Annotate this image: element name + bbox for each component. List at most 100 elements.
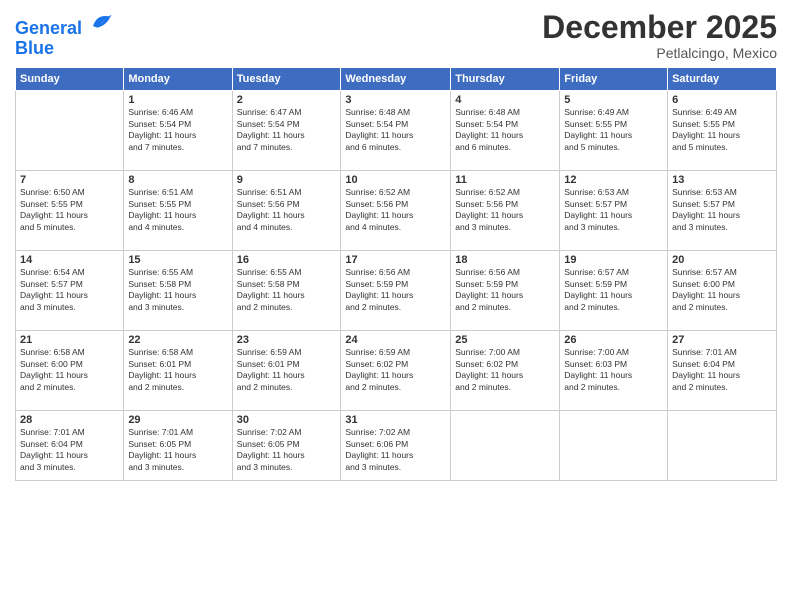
- day-info: Sunrise: 6:48 AMSunset: 5:54 PMDaylight:…: [345, 107, 446, 153]
- day-number: 31: [345, 414, 446, 426]
- day-info: Sunrise: 6:59 AMSunset: 6:01 PMDaylight:…: [237, 347, 337, 393]
- weekday-header-monday: Monday: [124, 68, 232, 91]
- day-number: 1: [128, 94, 227, 106]
- day-number: 8: [128, 174, 227, 186]
- day-info: Sunrise: 6:58 AMSunset: 6:00 PMDaylight:…: [20, 347, 119, 393]
- calendar-cell: 31Sunrise: 7:02 AMSunset: 6:06 PMDayligh…: [341, 411, 451, 481]
- calendar-cell: 11Sunrise: 6:52 AMSunset: 5:56 PMDayligh…: [451, 171, 560, 251]
- calendar-cell: 1Sunrise: 6:46 AMSunset: 5:54 PMDaylight…: [124, 91, 232, 171]
- day-info: Sunrise: 7:00 AMSunset: 6:03 PMDaylight:…: [564, 347, 663, 393]
- day-number: 9: [237, 174, 337, 186]
- calendar-cell: 29Sunrise: 7:01 AMSunset: 6:05 PMDayligh…: [124, 411, 232, 481]
- day-info: Sunrise: 7:01 AMSunset: 6:04 PMDaylight:…: [20, 427, 119, 473]
- calendar-cell: 4Sunrise: 6:48 AMSunset: 5:54 PMDaylight…: [451, 91, 560, 171]
- day-info: Sunrise: 6:55 AMSunset: 5:58 PMDaylight:…: [128, 267, 227, 313]
- calendar-cell: 18Sunrise: 6:56 AMSunset: 5:59 PMDayligh…: [451, 251, 560, 331]
- day-info: Sunrise: 6:51 AMSunset: 5:56 PMDaylight:…: [237, 187, 337, 233]
- weekday-header-tuesday: Tuesday: [232, 68, 341, 91]
- day-number: 22: [128, 334, 227, 346]
- day-info: Sunrise: 7:00 AMSunset: 6:02 PMDaylight:…: [455, 347, 555, 393]
- day-number: 21: [20, 334, 119, 346]
- day-number: 4: [455, 94, 555, 106]
- calendar-cell: 23Sunrise: 6:59 AMSunset: 6:01 PMDayligh…: [232, 331, 341, 411]
- calendar-cell: 8Sunrise: 6:51 AMSunset: 5:55 PMDaylight…: [124, 171, 232, 251]
- calendar-cell: 13Sunrise: 6:53 AMSunset: 5:57 PMDayligh…: [668, 171, 777, 251]
- calendar-cell: 19Sunrise: 6:57 AMSunset: 5:59 PMDayligh…: [560, 251, 668, 331]
- day-info: Sunrise: 6:49 AMSunset: 5:55 PMDaylight:…: [672, 107, 772, 153]
- day-number: 14: [20, 254, 119, 266]
- day-number: 24: [345, 334, 446, 346]
- day-number: 6: [672, 94, 772, 106]
- day-info: Sunrise: 6:59 AMSunset: 6:02 PMDaylight:…: [345, 347, 446, 393]
- day-info: Sunrise: 6:52 AMSunset: 5:56 PMDaylight:…: [455, 187, 555, 233]
- calendar-cell: 12Sunrise: 6:53 AMSunset: 5:57 PMDayligh…: [560, 171, 668, 251]
- weekday-header-wednesday: Wednesday: [341, 68, 451, 91]
- calendar-cell: 30Sunrise: 7:02 AMSunset: 6:05 PMDayligh…: [232, 411, 341, 481]
- title-block: December 2025 Petlalcingo, Mexico: [542, 10, 777, 61]
- calendar-cell: 17Sunrise: 6:56 AMSunset: 5:59 PMDayligh…: [341, 251, 451, 331]
- day-number: 15: [128, 254, 227, 266]
- day-number: 2: [237, 94, 337, 106]
- day-info: Sunrise: 6:57 AMSunset: 6:00 PMDaylight:…: [672, 267, 772, 313]
- day-number: 10: [345, 174, 446, 186]
- week-row-5: 28Sunrise: 7:01 AMSunset: 6:04 PMDayligh…: [16, 411, 777, 481]
- day-info: Sunrise: 7:01 AMSunset: 6:05 PMDaylight:…: [128, 427, 227, 473]
- calendar-cell: 24Sunrise: 6:59 AMSunset: 6:02 PMDayligh…: [341, 331, 451, 411]
- day-number: 17: [345, 254, 446, 266]
- calendar-cell: 25Sunrise: 7:00 AMSunset: 6:02 PMDayligh…: [451, 331, 560, 411]
- day-info: Sunrise: 6:46 AMSunset: 5:54 PMDaylight:…: [128, 107, 227, 153]
- day-info: Sunrise: 6:47 AMSunset: 5:54 PMDaylight:…: [237, 107, 337, 153]
- day-number: 30: [237, 414, 337, 426]
- logo-bird-icon: [89, 10, 113, 34]
- day-info: Sunrise: 6:53 AMSunset: 5:57 PMDaylight:…: [564, 187, 663, 233]
- logo-general: General: [15, 18, 82, 38]
- day-number: 29: [128, 414, 227, 426]
- calendar-table: SundayMondayTuesdayWednesdayThursdayFrid…: [15, 67, 777, 481]
- day-info: Sunrise: 6:53 AMSunset: 5:57 PMDaylight:…: [672, 187, 772, 233]
- header: General Blue December 2025 Petlalcingo, …: [15, 10, 777, 61]
- calendar-cell: 28Sunrise: 7:01 AMSunset: 6:04 PMDayligh…: [16, 411, 124, 481]
- calendar-cell: [668, 411, 777, 481]
- day-number: 12: [564, 174, 663, 186]
- day-number: 26: [564, 334, 663, 346]
- weekday-header-row: SundayMondayTuesdayWednesdayThursdayFrid…: [16, 68, 777, 91]
- week-row-3: 14Sunrise: 6:54 AMSunset: 5:57 PMDayligh…: [16, 251, 777, 331]
- weekday-header-thursday: Thursday: [451, 68, 560, 91]
- day-number: 7: [20, 174, 119, 186]
- day-number: 11: [455, 174, 555, 186]
- day-info: Sunrise: 7:01 AMSunset: 6:04 PMDaylight:…: [672, 347, 772, 393]
- day-number: 19: [564, 254, 663, 266]
- day-info: Sunrise: 7:02 AMSunset: 6:06 PMDaylight:…: [345, 427, 446, 473]
- calendar-cell: [560, 411, 668, 481]
- calendar-cell: 2Sunrise: 6:47 AMSunset: 5:54 PMDaylight…: [232, 91, 341, 171]
- calendar-cell: 3Sunrise: 6:48 AMSunset: 5:54 PMDaylight…: [341, 91, 451, 171]
- day-number: 16: [237, 254, 337, 266]
- day-info: Sunrise: 6:57 AMSunset: 5:59 PMDaylight:…: [564, 267, 663, 313]
- day-number: 28: [20, 414, 119, 426]
- calendar-cell: 21Sunrise: 6:58 AMSunset: 6:00 PMDayligh…: [16, 331, 124, 411]
- day-number: 20: [672, 254, 772, 266]
- calendar-cell: 5Sunrise: 6:49 AMSunset: 5:55 PMDaylight…: [560, 91, 668, 171]
- calendar-cell: 15Sunrise: 6:55 AMSunset: 5:58 PMDayligh…: [124, 251, 232, 331]
- day-number: 25: [455, 334, 555, 346]
- week-row-4: 21Sunrise: 6:58 AMSunset: 6:00 PMDayligh…: [16, 331, 777, 411]
- calendar-cell: 20Sunrise: 6:57 AMSunset: 6:00 PMDayligh…: [668, 251, 777, 331]
- week-row-1: 1Sunrise: 6:46 AMSunset: 5:54 PMDaylight…: [16, 91, 777, 171]
- logo-text: General: [15, 14, 113, 39]
- weekday-header-friday: Friday: [560, 68, 668, 91]
- day-number: 13: [672, 174, 772, 186]
- day-info: Sunrise: 6:54 AMSunset: 5:57 PMDaylight:…: [20, 267, 119, 313]
- calendar-cell: 26Sunrise: 7:00 AMSunset: 6:03 PMDayligh…: [560, 331, 668, 411]
- calendar-cell: 6Sunrise: 6:49 AMSunset: 5:55 PMDaylight…: [668, 91, 777, 171]
- calendar-cell: 7Sunrise: 6:50 AMSunset: 5:55 PMDaylight…: [16, 171, 124, 251]
- calendar-cell: 10Sunrise: 6:52 AMSunset: 5:56 PMDayligh…: [341, 171, 451, 251]
- location: Petlalcingo, Mexico: [542, 45, 777, 61]
- calendar-cell: 16Sunrise: 6:55 AMSunset: 5:58 PMDayligh…: [232, 251, 341, 331]
- page: General Blue December 2025 Petlalcingo, …: [0, 0, 792, 612]
- day-info: Sunrise: 6:48 AMSunset: 5:54 PMDaylight:…: [455, 107, 555, 153]
- calendar-cell: 14Sunrise: 6:54 AMSunset: 5:57 PMDayligh…: [16, 251, 124, 331]
- day-info: Sunrise: 6:52 AMSunset: 5:56 PMDaylight:…: [345, 187, 446, 233]
- week-row-2: 7Sunrise: 6:50 AMSunset: 5:55 PMDaylight…: [16, 171, 777, 251]
- day-number: 3: [345, 94, 446, 106]
- calendar-cell: 22Sunrise: 6:58 AMSunset: 6:01 PMDayligh…: [124, 331, 232, 411]
